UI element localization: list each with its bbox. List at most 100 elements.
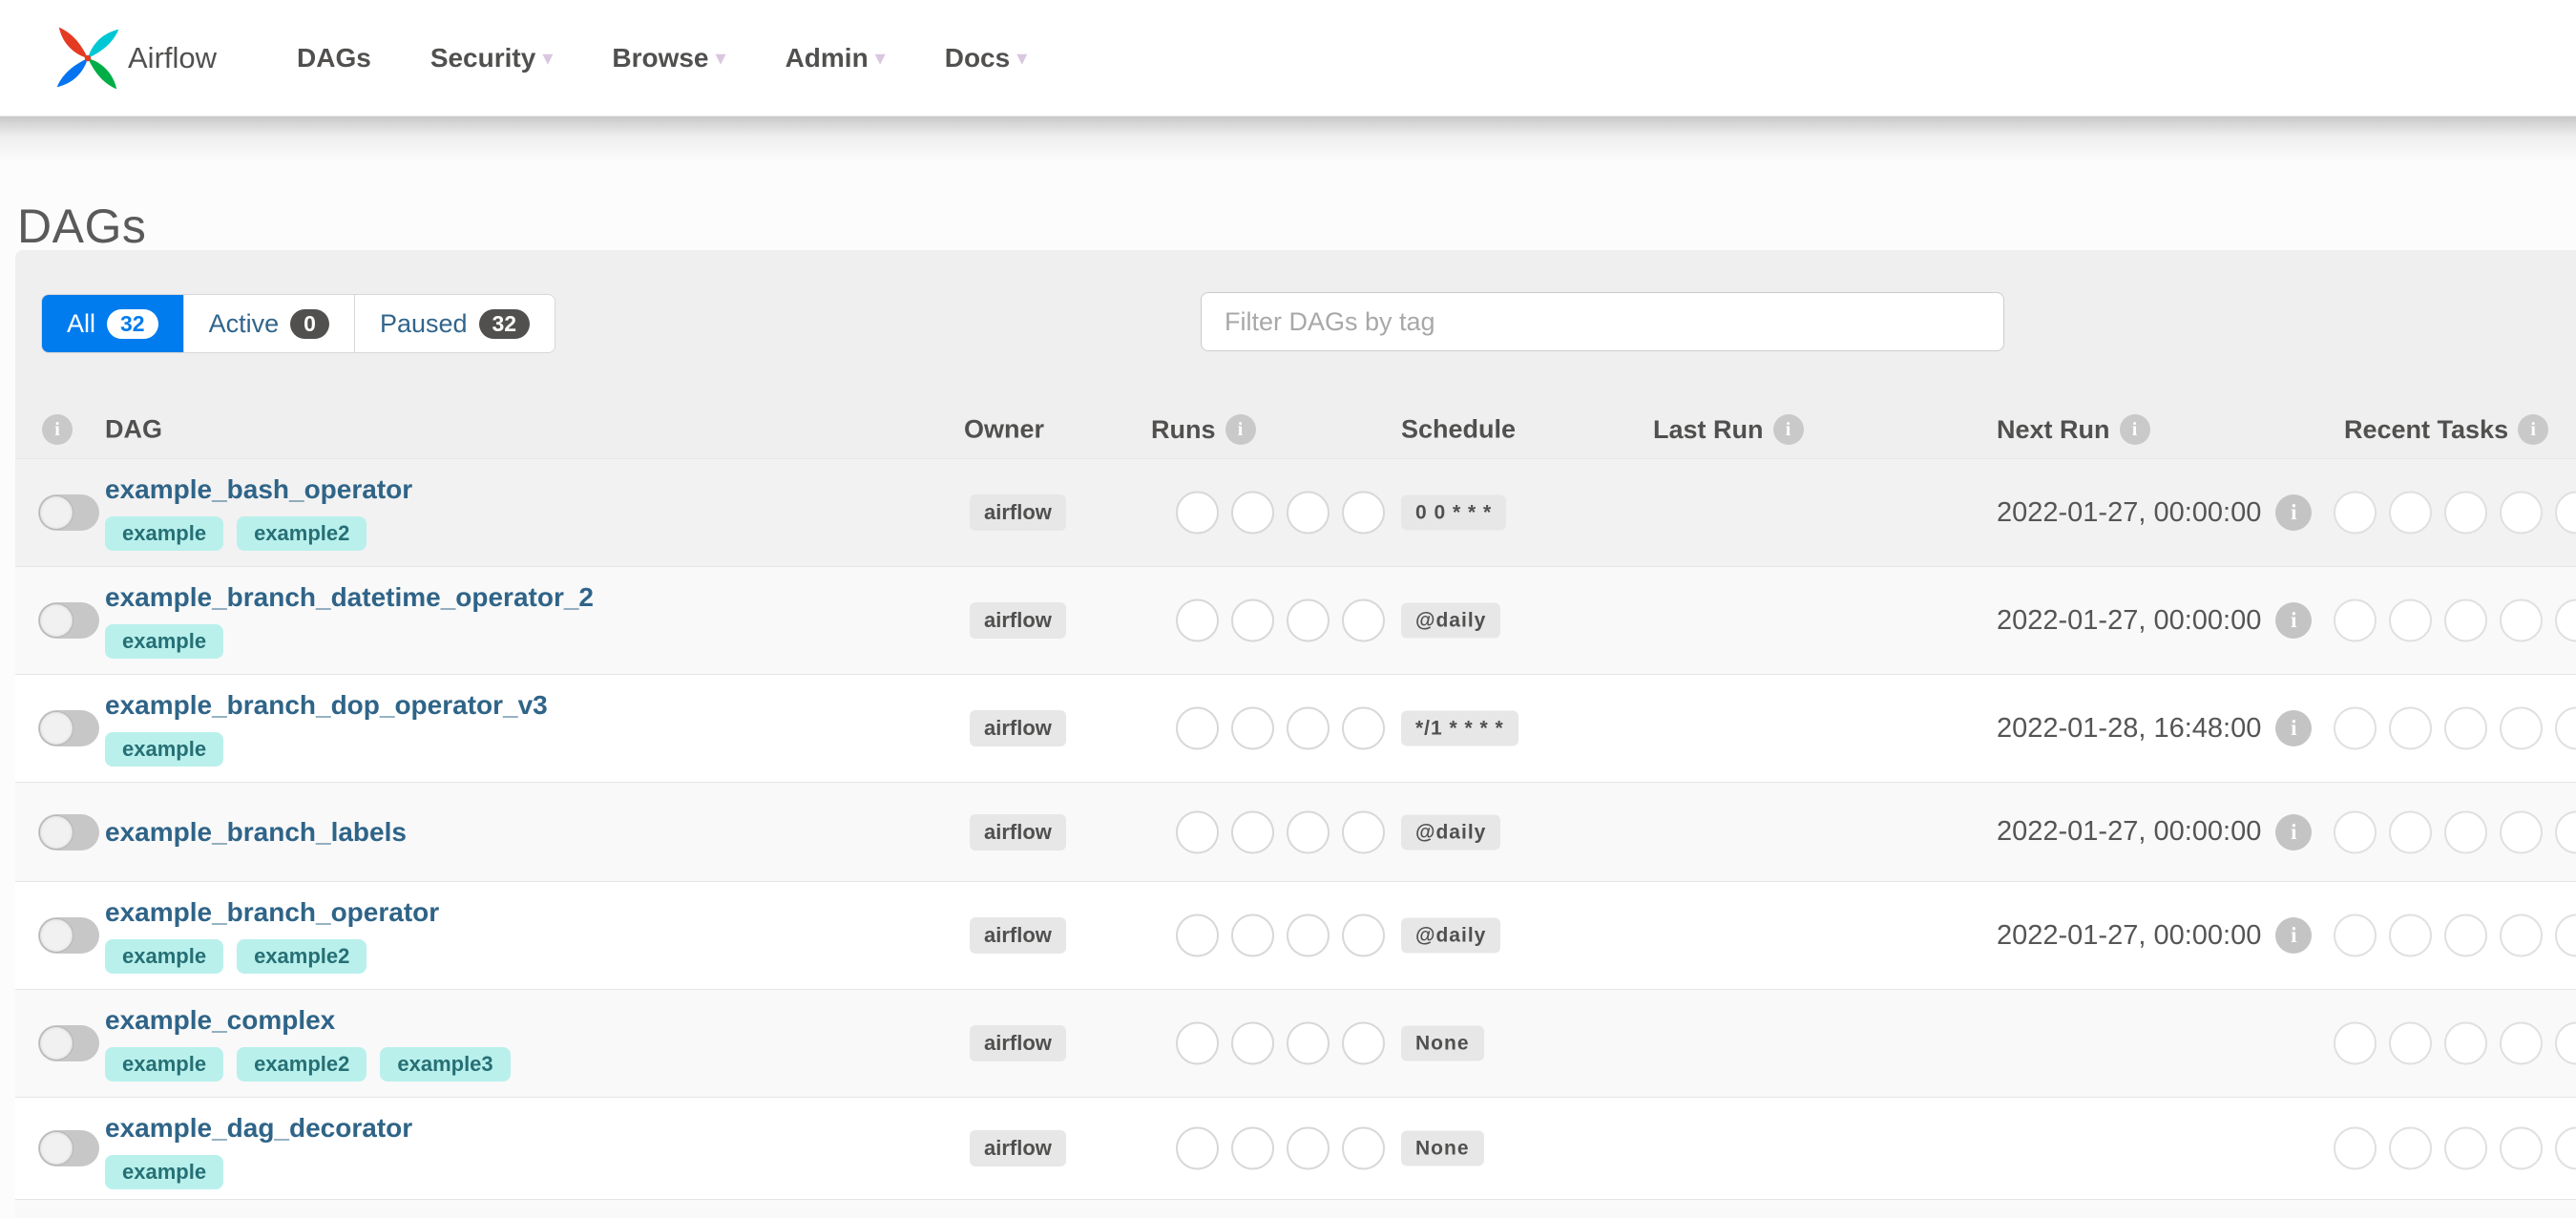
nav-item-dags[interactable]: DAGs (297, 43, 371, 74)
dag-tag[interactable]: example (105, 939, 224, 974)
run-status-circle[interactable] (1342, 1126, 1385, 1170)
recent-task-circle[interactable] (2555, 598, 2576, 642)
recent-task-circle[interactable] (2500, 914, 2543, 957)
dag-link[interactable]: example_dag_decorator (105, 1113, 412, 1144)
run-status-circle[interactable] (1176, 1021, 1219, 1065)
dag-tag[interactable]: example (105, 1047, 224, 1082)
pause-toggle[interactable] (38, 1025, 99, 1061)
run-status-circle[interactable] (1342, 491, 1385, 535)
run-status-circle[interactable] (1287, 491, 1330, 535)
run-status-circle[interactable] (1287, 706, 1330, 750)
dag-link[interactable]: example_bash_operator (105, 474, 412, 505)
run-status-circle[interactable] (1231, 914, 1274, 957)
recent-task-circle[interactable] (2389, 706, 2432, 750)
recent-task-circle[interactable] (2555, 706, 2576, 750)
recent-task-circle[interactable] (2555, 1021, 2576, 1065)
run-status-circle[interactable] (1176, 491, 1219, 535)
pause-toggle[interactable] (38, 602, 99, 639)
run-status-circle[interactable] (1231, 810, 1274, 853)
recent-task-circle[interactable] (2555, 1126, 2576, 1170)
recent-task-circle[interactable] (2500, 1021, 2543, 1065)
owner-badge[interactable]: airflow (970, 710, 1066, 746)
info-icon[interactable]: i (2518, 414, 2549, 445)
run-status-circle[interactable] (1287, 1126, 1330, 1170)
info-icon[interactable]: i (2275, 917, 2313, 954)
dag-tag[interactable]: example (105, 516, 224, 551)
recent-task-circle[interactable] (2444, 810, 2487, 853)
dag-tag[interactable]: example2 (237, 1047, 367, 1082)
run-status-circle[interactable] (1231, 706, 1274, 750)
recent-task-circle[interactable] (2444, 1021, 2487, 1065)
run-status-circle[interactable] (1342, 1021, 1385, 1065)
info-icon[interactable]: i (1772, 414, 1804, 445)
owner-badge[interactable]: airflow (970, 602, 1066, 639)
recent-task-circle[interactable] (2444, 1126, 2487, 1170)
tag-filter-input[interactable] (1201, 292, 2004, 351)
run-status-circle[interactable] (1287, 1021, 1330, 1065)
recent-task-circle[interactable] (2389, 1126, 2432, 1170)
recent-task-circle[interactable] (2444, 491, 2487, 535)
pause-toggle[interactable] (38, 494, 99, 531)
nav-item-security[interactable]: Security ▾ (430, 43, 554, 74)
recent-task-circle[interactable] (2334, 914, 2377, 957)
recent-task-circle[interactable] (2389, 598, 2432, 642)
recent-task-circle[interactable] (2334, 1126, 2377, 1170)
owner-badge[interactable]: airflow (970, 1130, 1066, 1166)
run-status-circle[interactable] (1342, 706, 1385, 750)
run-status-circle[interactable] (1176, 914, 1219, 957)
info-icon[interactable]: i (2275, 813, 2313, 850)
info-icon[interactable]: i (1225, 414, 1256, 445)
run-status-circle[interactable] (1176, 1126, 1219, 1170)
recent-task-circle[interactable] (2389, 810, 2432, 853)
run-status-circle[interactable] (1342, 598, 1385, 642)
run-status-circle[interactable] (1176, 810, 1219, 853)
pause-toggle[interactable] (38, 917, 99, 954)
pause-toggle[interactable] (38, 813, 99, 850)
tab-active[interactable]: Active 0 (182, 295, 354, 352)
run-status-circle[interactable] (1342, 914, 1385, 957)
dag-link[interactable]: example_branch_labels (105, 817, 407, 848)
run-status-circle[interactable] (1342, 810, 1385, 853)
tab-paused[interactable]: Paused 32 (353, 295, 555, 352)
recent-task-circle[interactable] (2334, 491, 2377, 535)
recent-task-circle[interactable] (2500, 1126, 2543, 1170)
recent-task-circle[interactable] (2500, 598, 2543, 642)
info-icon[interactable]: i (42, 414, 73, 445)
dag-tag[interactable]: example (105, 732, 224, 766)
recent-task-circle[interactable] (2555, 914, 2576, 957)
run-status-circle[interactable] (1231, 491, 1274, 535)
owner-badge[interactable]: airflow (970, 813, 1066, 850)
recent-task-circle[interactable] (2389, 491, 2432, 535)
owner-badge[interactable]: airflow (970, 494, 1066, 531)
dag-tag[interactable]: example (105, 1155, 224, 1189)
recent-task-circle[interactable] (2334, 706, 2377, 750)
recent-task-circle[interactable] (2555, 491, 2576, 535)
dag-tag[interactable]: example2 (237, 939, 367, 974)
recent-task-circle[interactable] (2500, 491, 2543, 535)
run-status-circle[interactable] (1231, 1021, 1274, 1065)
run-status-circle[interactable] (1231, 1126, 1274, 1170)
recent-task-circle[interactable] (2389, 914, 2432, 957)
dag-link[interactable]: example_branch_dop_operator_v3 (105, 690, 548, 721)
recent-task-circle[interactable] (2444, 706, 2487, 750)
pause-toggle[interactable] (38, 710, 99, 746)
run-status-circle[interactable] (1176, 598, 1219, 642)
nav-item-admin[interactable]: Admin ▾ (785, 43, 886, 74)
owner-badge[interactable]: airflow (970, 1025, 1066, 1061)
nav-item-docs[interactable]: Docs ▾ (945, 43, 1028, 74)
owner-badge[interactable]: airflow (970, 917, 1066, 954)
run-status-circle[interactable] (1287, 810, 1330, 853)
tab-all[interactable]: All 32 (42, 295, 183, 352)
info-icon[interactable]: i (2275, 494, 2313, 531)
recent-task-circle[interactable] (2334, 598, 2377, 642)
run-status-circle[interactable] (1287, 914, 1330, 957)
dag-tag[interactable]: example (105, 624, 224, 659)
pause-toggle[interactable] (38, 1130, 99, 1166)
dag-tag[interactable]: example2 (237, 516, 367, 551)
info-icon[interactable]: i (2275, 710, 2313, 746)
dag-link[interactable]: example_complex (105, 1005, 335, 1036)
recent-task-circle[interactable] (2444, 598, 2487, 642)
run-status-circle[interactable] (1176, 706, 1219, 750)
recent-task-circle[interactable] (2500, 706, 2543, 750)
recent-task-circle[interactable] (2334, 810, 2377, 853)
